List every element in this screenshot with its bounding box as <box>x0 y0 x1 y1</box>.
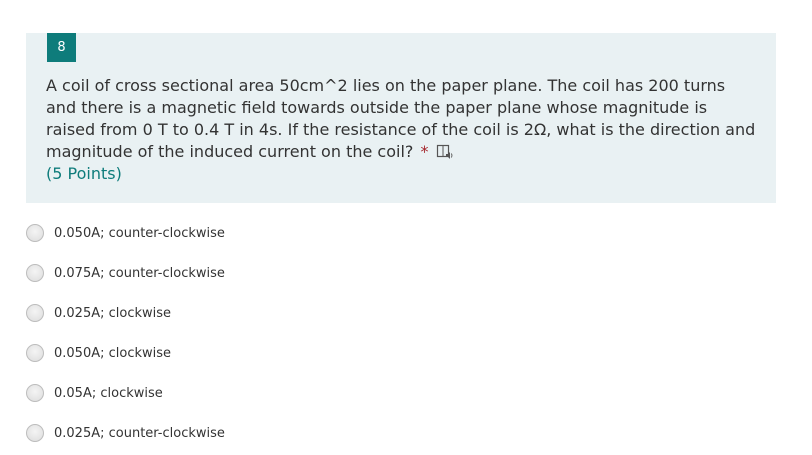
answer-option-label: 0.050A; clockwise <box>54 345 172 361</box>
question-text-block: A coil of cross sectional area 50cm^2 li… <box>46 75 758 163</box>
radio-button[interactable] <box>26 224 44 242</box>
radio-button[interactable] <box>26 304 44 322</box>
answer-option-label: 0.05A; clockwise <box>54 385 163 401</box>
answer-option[interactable]: 0.025A; clockwise <box>26 293 776 333</box>
radio-button[interactable] <box>26 424 44 442</box>
radio-button[interactable] <box>26 384 44 402</box>
question-text: A coil of cross sectional area 50cm^2 li… <box>46 76 756 161</box>
radio-button[interactable] <box>26 264 44 282</box>
answer-option-label: 0.025A; counter-clockwise <box>54 425 225 441</box>
question-number-badge: 8 <box>47 33 76 62</box>
answer-option-label: 0.025A; clockwise <box>54 305 172 321</box>
answer-option[interactable]: 0.05A; clockwise <box>26 373 776 413</box>
answer-option[interactable]: 0.050A; counter-clockwise <box>26 213 776 253</box>
answer-option-label: 0.075A; counter-clockwise <box>54 265 225 281</box>
radio-button[interactable] <box>26 344 44 362</box>
question-points: (5 Points) <box>46 164 122 183</box>
question-card: 8 A coil of cross sectional area 50cm^2 … <box>26 33 776 203</box>
required-marker: * <box>420 142 429 161</box>
answer-option[interactable]: 0.025A; counter-clockwise <box>26 413 776 453</box>
immersive-reader-icon[interactable] <box>436 144 454 160</box>
form-page: 8 A coil of cross sectional area 50cm^2 … <box>0 0 812 455</box>
answer-options: 0.050A; counter-clockwise 0.075A; counte… <box>26 213 776 453</box>
answer-option[interactable]: 0.075A; counter-clockwise <box>26 253 776 293</box>
answer-option[interactable]: 0.050A; clockwise <box>26 333 776 373</box>
answer-option-label: 0.050A; counter-clockwise <box>54 225 225 241</box>
